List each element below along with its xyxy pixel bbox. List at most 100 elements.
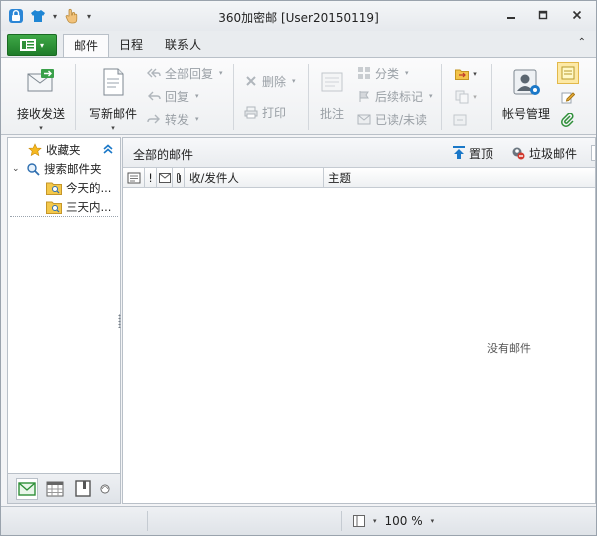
maximize-icon [538, 10, 548, 20]
sidebar-item-today[interactable]: 今天的... [46, 179, 111, 197]
categorize-label: 分类 [375, 66, 400, 81]
calendar-module-button[interactable] [44, 478, 66, 500]
copy-button[interactable]: ▾ [450, 87, 482, 107]
paperclip-icon [176, 172, 181, 183]
reply-button[interactable]: 回复 ▾ [147, 87, 199, 105]
junk-mail-button[interactable]: 垃圾邮件 [511, 145, 577, 161]
app-menu-icon [19, 39, 36, 51]
forward-icon [147, 112, 161, 126]
col-subject[interactable]: 主题 [324, 168, 595, 187]
junk-mail-label: 垃圾邮件 [529, 146, 578, 161]
app-menu-arrow-icon: ▾ [39, 40, 44, 50]
favorites-label: 收藏夹 [46, 143, 81, 157]
divider [10, 216, 118, 217]
search-folder-label: 搜索邮件夹 [44, 162, 102, 176]
envelope-icon [18, 481, 36, 496]
receive-send-label: 接收发送 [16, 107, 65, 121]
app-menu-button[interactable]: ▾ [7, 34, 57, 56]
account-manage-label: 帐号管理 [501, 107, 550, 121]
close-icon [572, 10, 582, 20]
status-separator [147, 511, 148, 531]
pin-top-button[interactable]: 置顶 [453, 145, 493, 161]
address-book-icon [75, 480, 91, 497]
empty-list-message: 没有邮件 [487, 342, 531, 355]
reply-all-label: 全部回复 [165, 66, 214, 81]
folder-pane: 收藏夹 ⌄ 搜索邮件夹 今天的... 三天内... [7, 137, 121, 504]
calendar-icon [46, 481, 64, 496]
col-from[interactable]: 收/发件人 [185, 168, 324, 187]
forward-button[interactable]: 转发 ▾ [147, 110, 199, 128]
receive-send-icon [27, 69, 54, 92]
rule-button[interactable] [450, 110, 470, 130]
sidebar-item-label: 今天的... [66, 181, 112, 195]
zoom-dropdown-icon[interactable]: ▾ [431, 517, 435, 525]
ribbon-separator [491, 64, 492, 130]
account-manage-button[interactable]: 帐号管理 [499, 66, 553, 132]
categorize-button[interactable]: 分类 ▾ [357, 64, 409, 82]
close-button[interactable] [564, 5, 590, 25]
followup-label: 后续标记 [375, 89, 424, 104]
ribbon-separator [308, 64, 309, 130]
delete-button[interactable]: 删除 ▾ [244, 72, 296, 90]
tab-calendar[interactable]: 日程 [109, 34, 153, 57]
favorites-node[interactable]: 收藏夹 [28, 141, 81, 159]
annotate-label: 批注 [319, 107, 344, 121]
receive-send-dropdown-icon: ▾ [39, 124, 43, 132]
ribbon-panel: 接收发送 ▾ 写新邮件 ▾ 全部回复 ▾ 回复 ▾ 转发 ▾ 删除 ▾ 打印 批… [1, 57, 596, 135]
mail-list-pane: 全部的邮件 置顶 垃圾邮件 ! 收/发件人 主题 没有邮件 [122, 137, 596, 504]
zoom-control: ▾ 100 % ▾ [353, 513, 434, 529]
tree-expand-icon[interactable]: ⌄ [12, 164, 22, 174]
compose-label: 写新邮件 [88, 107, 137, 121]
search-folder-node[interactable]: ⌄ 搜索邮件夹 [12, 160, 102, 178]
double-chevron-up-icon [103, 144, 113, 154]
collapse-favorites-button[interactable] [100, 141, 116, 157]
col-importance[interactable]: ! [145, 168, 157, 187]
star-icon [28, 143, 42, 157]
contacts-module-button[interactable] [72, 478, 94, 500]
col-read-status[interactable] [157, 168, 173, 187]
annotate-button[interactable]: 批注 [313, 66, 351, 132]
junk-mail-icon [512, 147, 525, 160]
folder-move-icon [455, 69, 470, 80]
pin-top-label: 置顶 [469, 146, 494, 161]
notes-button[interactable] [557, 62, 579, 84]
ribbon-collapse-icon[interactable]: ⌃ [578, 37, 586, 48]
note-icon [561, 66, 575, 80]
minimize-button[interactable] [498, 5, 524, 25]
more-modules-button[interactable] [100, 478, 110, 500]
followup-button[interactable]: 后续标记 ▾ [357, 87, 433, 105]
flag-icon [357, 89, 371, 103]
read-unread-button[interactable]: 已读/未读 [357, 110, 427, 128]
forward-dropdown-icon: ▾ [195, 115, 199, 123]
reply-all-dropdown-icon: ▾ [219, 69, 223, 77]
pane-splitter-handle[interactable] [118, 314, 121, 328]
edit-button[interactable] [558, 87, 578, 107]
col-attachment[interactable] [173, 168, 185, 187]
col-type[interactable] [123, 168, 145, 187]
print-label: 打印 [262, 105, 287, 120]
layout-view-icon[interactable] [353, 515, 365, 527]
sidebar-item-three-days[interactable]: 三天内... [46, 198, 111, 216]
ribbon-separator [441, 64, 442, 130]
receive-send-button[interactable]: 接收发送 ▾ [13, 66, 69, 132]
print-button[interactable]: 打印 [244, 103, 286, 121]
delete-label: 删除 [262, 74, 287, 89]
view-dropdown-icon[interactable]: ▾ [373, 517, 377, 525]
read-unread-icon [357, 112, 371, 126]
categorize-icon [357, 66, 371, 80]
reply-all-button[interactable]: 全部回复 ▾ [147, 64, 223, 82]
rule-icon [453, 114, 467, 126]
move-folder-button[interactable]: ▾ [450, 64, 482, 84]
compose-button[interactable]: 写新邮件 ▾ [85, 66, 141, 132]
reply-dropdown-icon: ▾ [195, 92, 199, 100]
tab-contacts[interactable]: 联系人 [155, 34, 211, 57]
maximize-button[interactable] [530, 5, 556, 25]
ribbon-separator [233, 64, 234, 130]
mail-list-header: ! 收/发件人 主题 [123, 168, 595, 188]
followup-dropdown-icon: ▾ [429, 92, 433, 100]
reply-all-icon [147, 66, 161, 80]
toolbar-overflow-button[interactable] [591, 145, 595, 161]
mail-module-button[interactable] [16, 477, 38, 500]
tab-mail[interactable]: 邮件 [63, 34, 110, 57]
attachment-button[interactable] [558, 110, 578, 130]
